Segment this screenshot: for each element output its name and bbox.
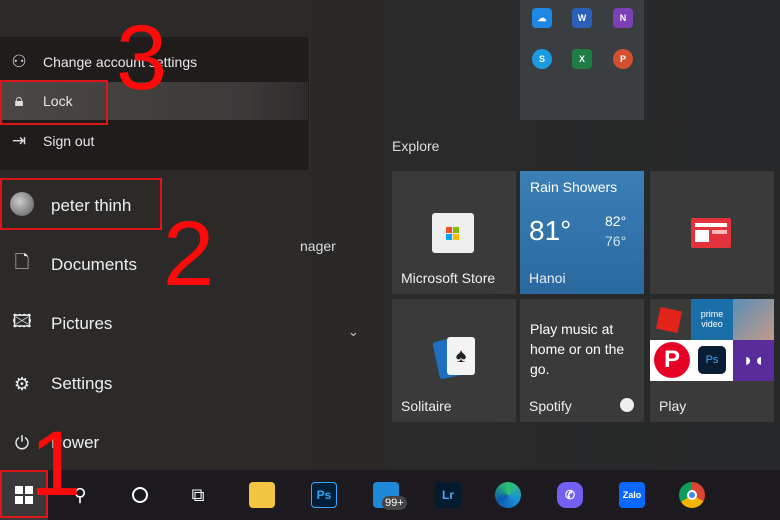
- highlight-user: [0, 178, 162, 230]
- photoshop-express-icon[interactable]: Ps: [698, 346, 726, 374]
- folder-icon: [249, 482, 275, 508]
- sidebar-item-settings[interactable]: ⚙ Settings: [0, 362, 300, 406]
- app-list-item[interactable]: nager: [300, 238, 336, 254]
- onenote-icon[interactable]: N: [613, 8, 633, 28]
- viber-icon: ✆: [557, 482, 583, 508]
- news-icon: [691, 218, 731, 248]
- taskbar-lightroom[interactable]: Lr: [424, 470, 472, 520]
- taskbar-chrome[interactable]: [668, 470, 716, 520]
- task-view-button[interactable]: ⧉: [174, 470, 222, 520]
- taskbar-photoshop[interactable]: Ps: [300, 470, 348, 520]
- sign-out-item[interactable]: ⇥ Sign out: [0, 122, 308, 160]
- roblox-icon[interactable]: [655, 306, 683, 334]
- office-tile-group[interactable]: ☁ W N S X P: [520, 0, 644, 120]
- annotation-step-2: 2: [163, 203, 215, 305]
- taskbar-viber[interactable]: ✆: [546, 470, 594, 520]
- lightroom-icon: Lr: [435, 482, 461, 508]
- taskbar-zalo[interactable]: Zalo: [608, 470, 656, 520]
- edge-icon: [495, 482, 521, 508]
- notification-badge: 99+: [382, 496, 407, 510]
- sign-out-icon: ⇥: [11, 131, 27, 150]
- spade-card-icon: ♠: [447, 337, 475, 375]
- powerpoint-icon[interactable]: P: [613, 49, 633, 69]
- skype-icon[interactable]: S: [532, 49, 552, 69]
- taskbar-file-explorer[interactable]: [238, 470, 286, 520]
- taskbar-mail[interactable]: 99+: [362, 470, 410, 520]
- sidebar-item-pictures[interactable]: 🖾 Pictures: [0, 302, 300, 346]
- prime-video-icon[interactable]: prime video: [691, 299, 733, 340]
- photoshop-icon: Ps: [311, 482, 337, 508]
- spotify-icon: [620, 398, 634, 412]
- cortana-button[interactable]: [116, 470, 164, 520]
- dolby-icon[interactable]: ◗◖: [733, 340, 774, 381]
- solitaire-tile[interactable]: ♠ Solitaire: [392, 299, 516, 422]
- microsoft-store-tile[interactable]: Microsoft Store: [392, 171, 516, 294]
- tile-group-title: Explore: [392, 138, 440, 154]
- account-settings-icon: ⚇: [11, 52, 27, 71]
- onedrive-icon[interactable]: ☁: [532, 8, 552, 28]
- zalo-icon: Zalo: [619, 482, 645, 508]
- highlight-lock: [0, 80, 108, 125]
- app-list: nager ⌄: [300, 0, 390, 470]
- task-view-icon: ⧉: [191, 484, 205, 505]
- spotify-tile[interactable]: Play music at home or on the go. Spotify: [520, 299, 644, 422]
- cortana-icon: [132, 487, 148, 503]
- news-tile[interactable]: [650, 171, 774, 294]
- taskbar-edge[interactable]: [484, 470, 532, 520]
- chevron-down-icon[interactable]: ⌄: [348, 324, 359, 340]
- weather-tile[interactable]: Rain Showers 81° 82° 76° Hanoi: [520, 171, 644, 294]
- annotation-step-1: 1: [30, 413, 82, 515]
- game-icon[interactable]: [733, 299, 774, 340]
- gear-icon: ⚙: [13, 373, 31, 394]
- chrome-icon: [679, 482, 705, 508]
- pinterest-icon[interactable]: P: [654, 342, 690, 378]
- document-icon: 🗋: [14, 252, 30, 272]
- store-bag-icon: [432, 213, 474, 253]
- excel-icon[interactable]: X: [572, 49, 592, 69]
- annotation-step-3: 3: [116, 7, 168, 109]
- sidebar-item-documents[interactable]: 🗋 Documents: [0, 243, 300, 287]
- word-icon[interactable]: W: [572, 8, 592, 28]
- pictures-icon: 🖾: [12, 311, 32, 331]
- play-tile[interactable]: prime video P Ps ◗◖ Play: [650, 299, 774, 422]
